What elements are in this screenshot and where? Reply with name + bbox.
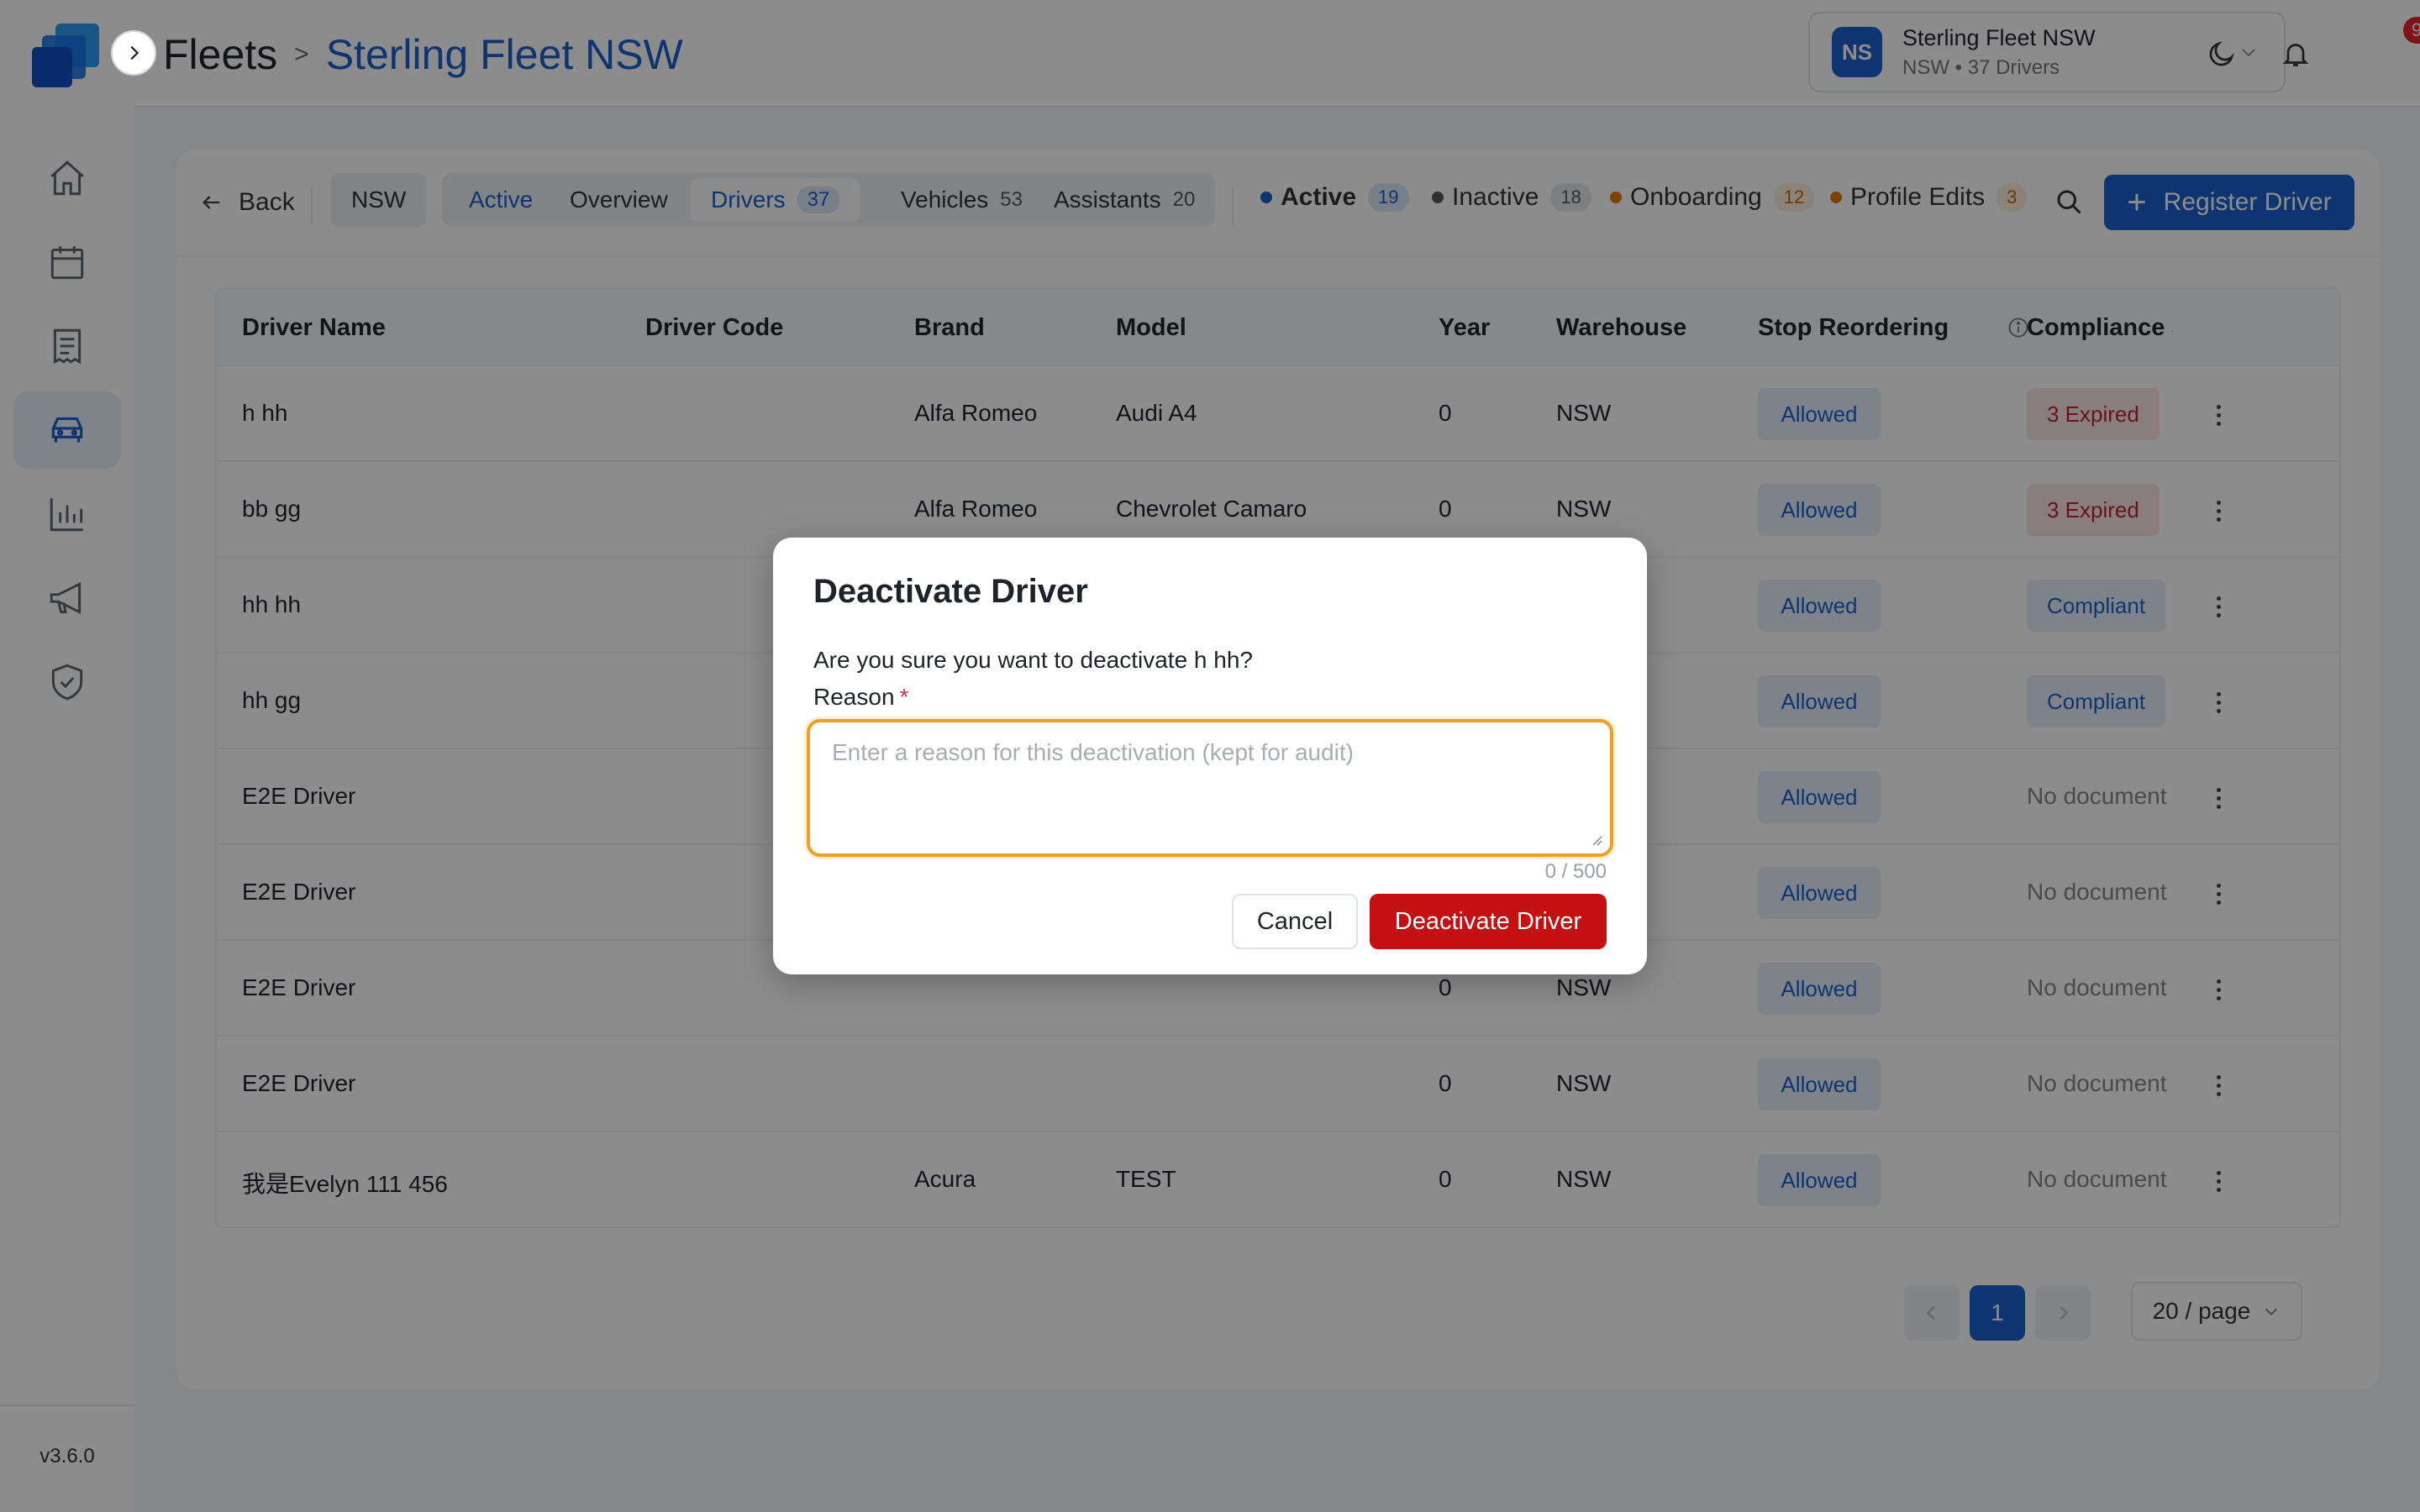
deactivate-driver-button[interactable]: Deactivate Driver	[1370, 894, 1607, 949]
sidebar-expand-button[interactable]	[111, 30, 156, 76]
dialog-title: Deactivate Driver	[813, 573, 1088, 610]
deactivate-driver-dialog: Deactivate Driver Are you sure you want …	[773, 538, 1647, 974]
reason-label-text: Reason	[813, 684, 895, 710]
resize-handle-icon[interactable]	[1588, 832, 1603, 847]
dialog-message: Are you sure you want to deactivate h hh…	[813, 647, 1253, 673]
required-asterisk: *	[899, 684, 909, 710]
reason-field	[807, 719, 1613, 857]
reason-textarea[interactable]	[810, 722, 1610, 853]
cancel-button[interactable]: Cancel	[1232, 894, 1358, 949]
reason-label: Reason *	[813, 684, 908, 711]
chevron-right-icon	[130, 45, 139, 60]
character-counter: 0 / 500	[1544, 860, 1607, 883]
